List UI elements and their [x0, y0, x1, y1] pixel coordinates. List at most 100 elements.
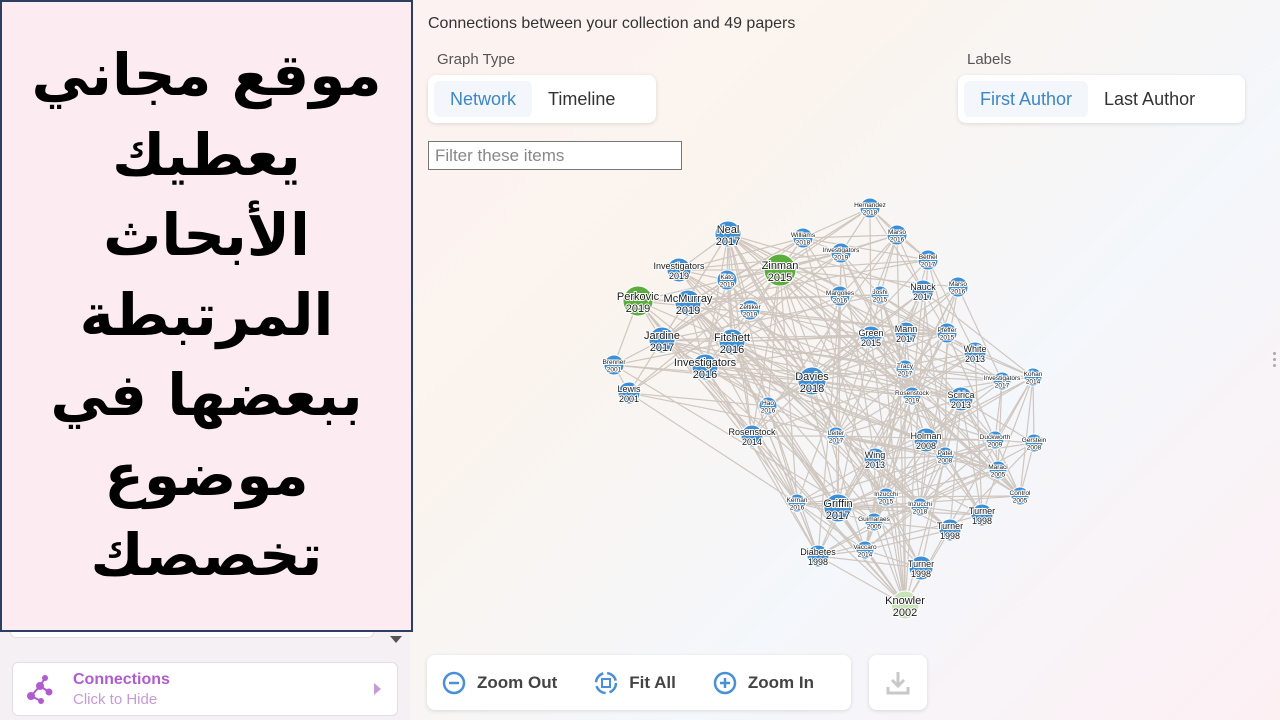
graph-node[interactable]: Turner1998 — [936, 518, 964, 542]
graph-node[interactable]: Jardine2017 — [643, 326, 681, 355]
node-year-label: 2019 — [743, 312, 758, 319]
graph-node[interactable]: Patel2008 — [935, 446, 955, 466]
graph-edge — [727, 233, 1034, 378]
graph-node[interactable]: Perkovic2019 — [616, 285, 661, 317]
graph-node[interactable]: McMurray2019 — [663, 289, 714, 318]
filter-input[interactable] — [428, 141, 682, 170]
graph-node[interactable]: Marso2016 — [886, 224, 908, 246]
node-author-label: Jardine — [644, 330, 680, 342]
node-author-label: Mann — [895, 324, 918, 334]
graph-node[interactable]: Williams2018 — [790, 227, 817, 249]
graph-node[interactable]: Knowler2002 — [884, 590, 926, 620]
graph-node[interactable]: Inzucchi2018 — [907, 497, 933, 517]
graph-node[interactable]: Davies2018 — [794, 366, 830, 396]
graph-node[interactable]: Diabetes1998 — [799, 544, 837, 568]
graph-node[interactable]: Rosenstock2014 — [727, 424, 777, 448]
graph-node-circle — [714, 220, 742, 248]
graph-node[interactable]: Marso2016 — [947, 276, 969, 298]
graph-node[interactable]: Vaccaro2014 — [852, 540, 878, 560]
graph-node[interactable]: Griffin2017 — [822, 493, 854, 523]
graph-node[interactable]: Hernandez2018 — [853, 197, 887, 219]
node-author-label: White — [963, 344, 986, 354]
graph-node[interactable]: Rosenstock2019 — [894, 386, 931, 406]
graph-node[interactable]: Tracy2017 — [895, 359, 915, 379]
tab-timeline[interactable]: Timeline — [532, 81, 631, 117]
graph-node[interactable]: Holman2008 — [909, 427, 943, 453]
graph-edge — [864, 332, 907, 551]
graph-node[interactable]: Neal2017 — [714, 220, 742, 249]
promo-line: يعطيك الأبحاث — [103, 121, 310, 269]
graph-edge — [661, 237, 804, 341]
node-year-label: 2019 — [905, 398, 920, 405]
graph-node[interactable]: Bethel2017 — [917, 249, 939, 271]
graph-node[interactable]: Inzucchi2015 — [873, 487, 899, 507]
graph-edge — [726, 269, 781, 281]
graph-edge — [661, 279, 728, 341]
graph-node[interactable]: Kato2019 — [716, 269, 738, 291]
graph-node[interactable]: Lewis2001 — [616, 381, 642, 405]
tab-last-author[interactable]: Last Author — [1088, 81, 1211, 117]
graph-edge — [779, 269, 962, 400]
graph-edge — [974, 352, 1034, 378]
node-author-label: Rosenstock — [728, 427, 776, 437]
node-year-label: 2019 — [669, 271, 689, 281]
graph-edge — [922, 290, 1034, 378]
graph-edge — [637, 300, 906, 606]
graph-node[interactable]: Turner1998 — [907, 555, 935, 581]
graph-edge — [911, 290, 924, 397]
graph-node[interactable]: Pfeffer2015 — [936, 322, 958, 344]
graph-node[interactable]: Kernan2016 — [786, 493, 809, 513]
node-author-label: Turner — [937, 521, 963, 531]
chevron-right-icon — [374, 683, 381, 695]
fit-all-button[interactable]: Fit All — [593, 670, 676, 696]
chevron-down-icon[interactable] — [390, 636, 402, 643]
connections-toggle[interactable]: Connections Click to Hide — [12, 662, 398, 716]
graph-node[interactable]: Leiter2017 — [826, 426, 846, 446]
graph-edge — [925, 439, 983, 516]
download-button[interactable] — [869, 655, 927, 710]
graph-node[interactable]: Control2005 — [1009, 486, 1032, 506]
graph-node[interactable]: Maraci2005 — [987, 460, 1009, 480]
resize-handle[interactable] — [1273, 352, 1276, 372]
graph-node[interactable]: Guimaraes2005 — [857, 512, 892, 532]
graph-edge — [727, 233, 924, 292]
graph-edge — [839, 294, 881, 297]
graph-node[interactable]: Brenner2001 — [601, 354, 627, 376]
graph-node[interactable]: Mann2017 — [894, 321, 918, 345]
graph-edge — [1019, 442, 1035, 497]
graph-node-circle — [992, 371, 1012, 391]
graph-node[interactable]: Duckworth2009 — [979, 430, 1012, 450]
graph-node[interactable]: Hao2016 — [758, 396, 778, 416]
graph-node[interactable]: Fitchett2016 — [713, 328, 751, 357]
graph-node[interactable]: Investigators2016 — [673, 353, 738, 382]
graph-node[interactable]: Turner1998 — [968, 503, 996, 527]
node-author-label: Wing — [865, 450, 886, 460]
graph-node[interactable]: Joshi2015 — [870, 285, 890, 305]
graph-node[interactable]: Investigators2017 — [983, 371, 1022, 391]
node-author-label: Marso — [949, 281, 967, 288]
node-year-label: 2015 — [873, 297, 888, 304]
graph-edge — [796, 496, 887, 504]
graph-edge — [727, 233, 753, 437]
graph-node[interactable]: Investigators2019 — [652, 257, 706, 283]
graph-node[interactable]: Kohan2014 — [1023, 367, 1044, 387]
graph-node[interactable]: Investigators2019 — [822, 242, 861, 264]
graph-edge — [749, 309, 872, 338]
tab-first-author[interactable]: First Author — [964, 81, 1089, 117]
zoom-in-button[interactable]: Zoom In — [712, 670, 814, 696]
zoom-out-button[interactable]: Zoom Out — [441, 670, 557, 696]
graph-node[interactable]: Wing2013 — [863, 447, 887, 471]
graph-node[interactable]: Nauck2017 — [909, 279, 937, 303]
node-year-label: 2013 — [965, 354, 985, 364]
graph-node[interactable]: White2013 — [962, 341, 988, 365]
graph-node[interactable]: Zinman2015 — [761, 253, 799, 287]
graph-type-toggle: Network Timeline — [428, 75, 656, 123]
graph-node[interactable]: Zeltiker2019 — [738, 299, 762, 321]
tab-network[interactable]: Network — [434, 81, 533, 117]
graph-node[interactable]: Green2015 — [857, 325, 885, 349]
node-author-label: Tracy — [897, 363, 914, 370]
graph-node[interactable]: Margolies2016 — [825, 285, 856, 307]
graph-edge — [704, 366, 927, 441]
graph-node[interactable]: Scirica2013 — [946, 386, 976, 412]
graph-node[interactable]: Gerstein2008 — [1021, 433, 1048, 453]
